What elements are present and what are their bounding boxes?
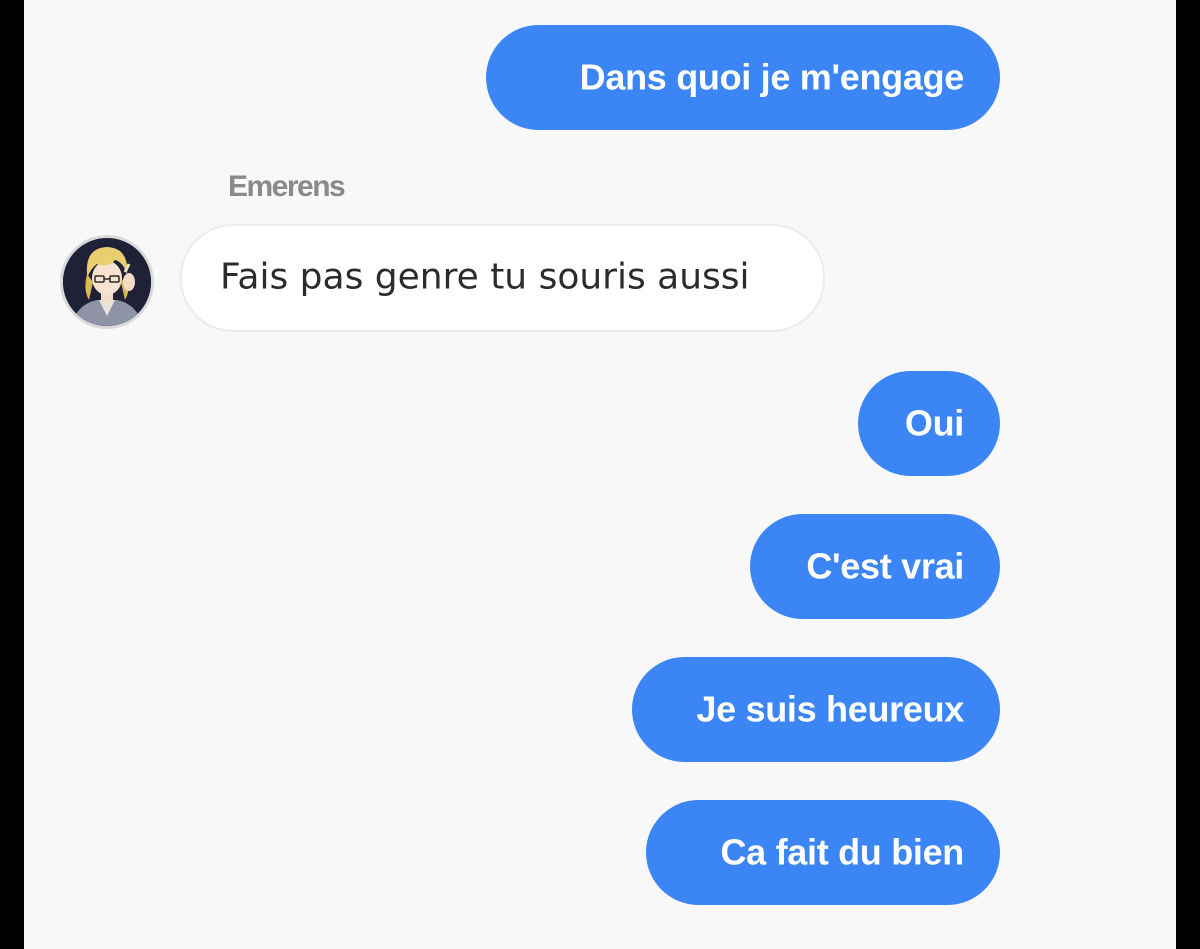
message-text: C'est vrai xyxy=(806,544,964,586)
message-text: Dans quoi je m'engage xyxy=(579,55,965,97)
avatar[interactable] xyxy=(60,235,154,329)
outgoing-message[interactable]: Je suis heureux xyxy=(632,657,1000,762)
message-text: Fais pas genre tu souris aussi xyxy=(220,256,750,298)
incoming-message[interactable]: Fais pas genre tu souris aussi xyxy=(180,224,825,332)
message-text: Ca fait du bien xyxy=(720,830,964,872)
outgoing-message[interactable]: Dans quoi je m'engage xyxy=(486,25,1000,130)
outgoing-message[interactable]: Ca fait du bien xyxy=(646,800,1000,905)
message-text: Oui xyxy=(904,401,964,443)
sender-name: Emerens xyxy=(228,170,346,203)
outgoing-message[interactable]: C'est vrai xyxy=(750,514,1000,619)
message-text: Je suis heureux xyxy=(696,687,964,729)
chat-view: Dans quoi je m'engage Emerens Fais pas g… xyxy=(24,0,1176,949)
avatar-blonde-character-icon xyxy=(63,238,151,326)
outgoing-message[interactable]: Oui xyxy=(858,371,1000,476)
